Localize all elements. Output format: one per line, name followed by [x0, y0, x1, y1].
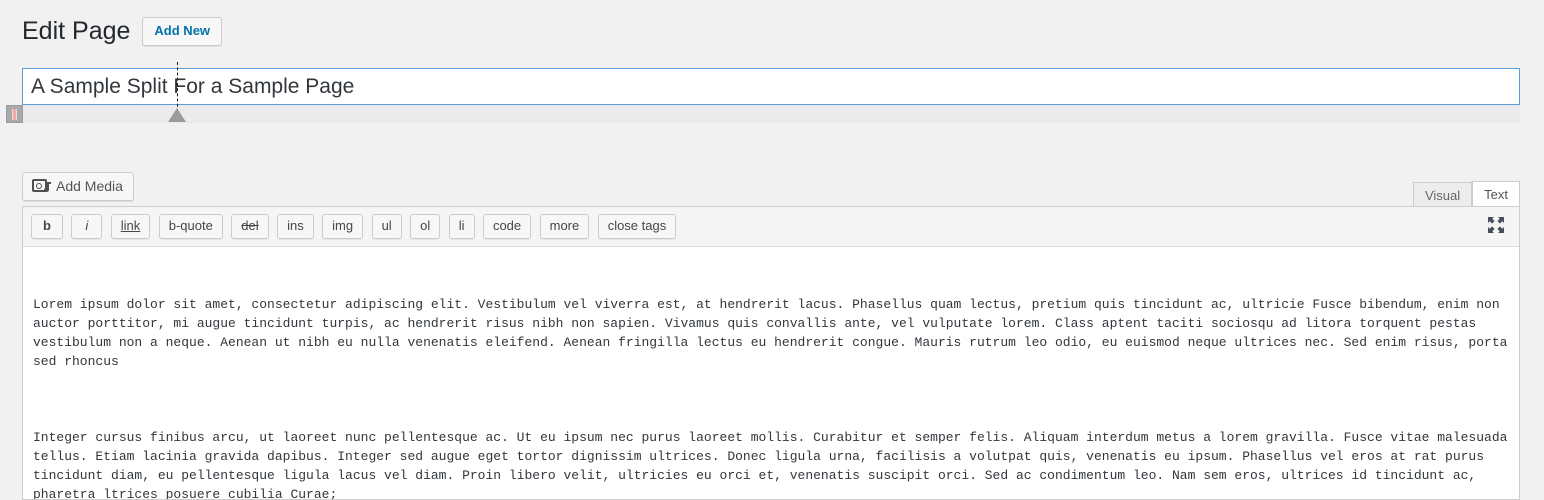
quicktags-toolbar: b i link b-quote del ins img ul ol li co… [23, 207, 1519, 247]
editor-box: b i link b-quote del ins img ul ol li co… [22, 206, 1520, 500]
page-title: Edit Page [22, 17, 131, 45]
split-caret-arrow-icon[interactable] [168, 108, 186, 122]
qt-button-del[interactable]: del [231, 214, 269, 239]
add-media-button[interactable]: Add Media [22, 172, 134, 201]
drag-handle-grip-icon [12, 108, 17, 120]
qt-button-bold[interactable]: b [31, 214, 63, 239]
add-media-label: Add Media [56, 178, 123, 194]
media-camera-icon [32, 178, 51, 194]
qt-button-close-tags[interactable]: close tags [597, 214, 677, 239]
qt-button-img[interactable]: img [322, 214, 364, 239]
content-paragraph: Lorem ipsum dolor sit amet, consectetur … [33, 297, 1516, 369]
tab-text[interactable]: Text [1472, 181, 1520, 209]
permalink-strip [22, 105, 1520, 123]
qt-button-code[interactable]: code [482, 214, 532, 239]
drag-handle-icon[interactable] [6, 105, 23, 123]
content-textarea[interactable]: Lorem ipsum dolor sit amet, consectetur … [23, 247, 1519, 499]
add-new-button[interactable]: Add New [142, 16, 223, 46]
post-title-wrapper [22, 68, 1520, 105]
media-buttons-row: Add Media Visual Text [22, 172, 1520, 209]
split-line-indicator [177, 62, 178, 112]
qt-button-italic[interactable]: i [71, 214, 103, 239]
qt-button-more[interactable]: more [539, 214, 590, 239]
qt-button-ins[interactable]: ins [277, 214, 314, 239]
qt-button-ol[interactable]: ol [410, 214, 441, 239]
qt-button-bquote[interactable]: b-quote [158, 214, 223, 239]
content-paragraph: Integer cursus finibus arcu, ut laoreet … [33, 430, 1516, 499]
editor-wrapper: Add Media Visual Text b i link b-quote d… [22, 172, 1520, 500]
page-header: Edit Page Add New [22, 16, 223, 46]
qt-button-link[interactable]: link [110, 214, 151, 239]
post-title-input[interactable] [22, 68, 1520, 105]
qt-button-ul[interactable]: ul [371, 214, 402, 239]
fullscreen-expand-icon[interactable] [1486, 215, 1506, 235]
tab-visual[interactable]: Visual [1412, 182, 1473, 209]
qt-button-li[interactable]: li [448, 214, 475, 239]
editor-mode-tabs: Visual Text [1412, 180, 1520, 209]
